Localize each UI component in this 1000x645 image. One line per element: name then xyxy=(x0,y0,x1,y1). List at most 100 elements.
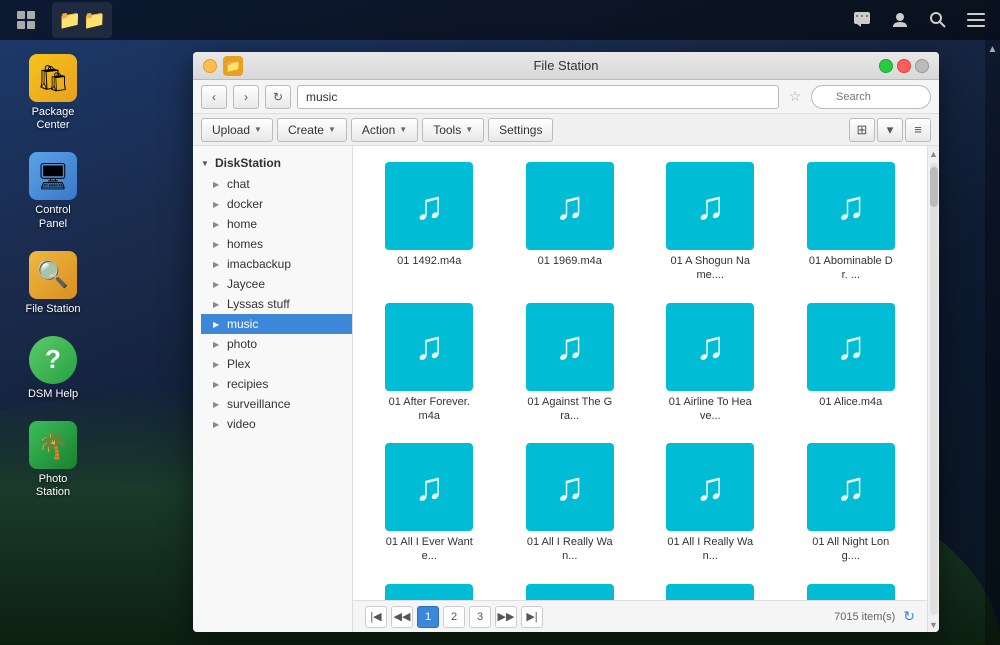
address-bar[interactable] xyxy=(297,85,779,109)
file-item-4[interactable]: ♫ 01 After Forever.m4a xyxy=(365,299,494,428)
refresh-button[interactable]: ↻ xyxy=(265,85,291,109)
music-note-icon-8: ♫ xyxy=(414,465,444,510)
desktop-scrollbar[interactable]: ▲ ▼ xyxy=(985,40,1000,645)
settings-label: Settings xyxy=(499,123,542,137)
search-icon[interactable] xyxy=(922,4,954,36)
user-icon[interactable] xyxy=(884,4,916,36)
forward-button[interactable]: › xyxy=(233,85,259,109)
music-note-icon-7: ♫ xyxy=(836,324,866,369)
window-scrollbar[interactable]: ▲ ▼ xyxy=(927,146,939,632)
sidebar-item-chat[interactable]: ▶ chat xyxy=(201,174,352,194)
window-scroll-down[interactable]: ▼ xyxy=(926,617,939,632)
list-view-button[interactable]: ≡ xyxy=(905,118,931,142)
video-caret-icon: ▶ xyxy=(213,420,225,429)
page-2-button[interactable]: 2 xyxy=(443,606,465,628)
file-thumb-1: ♫ xyxy=(526,162,614,250)
sidebar-item-lyssas-stuff[interactable]: ▶ Lyssas stuff xyxy=(201,294,352,314)
scroll-up-arrow[interactable]: ▲ xyxy=(985,42,1000,57)
file-item-12[interactable]: ♫ xyxy=(365,580,494,600)
window-app-icon: 📁 xyxy=(223,56,243,76)
file-item-10[interactable]: ♫ 01 All I Really Wan... xyxy=(646,439,775,568)
sidebar-item-music[interactable]: ▶ music xyxy=(201,314,352,334)
file-thumb-13: ♫ xyxy=(526,584,614,600)
file-item-9[interactable]: ♫ 01 All I Really Wan... xyxy=(506,439,635,568)
desktop-icon-photo-station[interactable]: 🌴 Photo Station xyxy=(18,417,88,503)
sidebar-item-jaycee[interactable]: ▶ Jaycee xyxy=(201,274,352,294)
window-controls: − □ × xyxy=(879,59,929,73)
refresh-count-button[interactable]: ↻ xyxy=(903,608,915,625)
tools-button[interactable]: Tools ▼ xyxy=(422,118,484,142)
menu-icon[interactable] xyxy=(960,4,992,36)
sidebar-item-photo[interactable]: ▶ photo xyxy=(201,334,352,354)
file-item-2[interactable]: ♫ 01 A Shogun Name.... xyxy=(646,158,775,287)
grid-icon[interactable] xyxy=(8,2,44,38)
file-thumb-5: ♫ xyxy=(526,303,614,391)
grid-view-button[interactable]: ⊞ xyxy=(849,118,875,142)
page-prev-button[interactable]: ◀◀ xyxy=(391,606,413,628)
sidebar-item-plex[interactable]: ▶ Plex xyxy=(201,354,352,374)
file-item-8[interactable]: ♫ 01 All I Ever Wante... xyxy=(365,439,494,568)
page-first-button[interactable]: |◀ xyxy=(365,606,387,628)
page-1-button[interactable]: 1 xyxy=(417,606,439,628)
view-options-button[interactable]: ▾ xyxy=(877,118,903,142)
sidebar-home-label: home xyxy=(227,217,257,231)
file-name-1: 01 1969.m4a xyxy=(538,254,602,268)
back-button[interactable]: ‹ xyxy=(201,85,227,109)
music-note-icon-1: ♫ xyxy=(555,184,585,229)
page-3-button[interactable]: 3 xyxy=(469,606,491,628)
file-item-6[interactable]: ♫ 01 Airline To Heave... xyxy=(646,299,775,428)
bookmark-button[interactable]: ☆ xyxy=(785,85,805,109)
sidebar-item-home[interactable]: ▶ home xyxy=(201,214,352,234)
music-note-icon-10: ♫ xyxy=(695,465,725,510)
sidebar-item-surveillance[interactable]: ▶ surveillance xyxy=(201,394,352,414)
file-item-5[interactable]: ♫ 01 Against The Gra... xyxy=(506,299,635,428)
file-item-0[interactable]: ♫ 01 1492.m4a xyxy=(365,158,494,287)
chat-icon[interactable] xyxy=(846,4,878,36)
file-item-7[interactable]: ♫ 01 Alice.m4a xyxy=(787,299,916,428)
file-item-11[interactable]: ♫ 01 All Night Long.... xyxy=(787,439,916,568)
create-button[interactable]: Create ▼ xyxy=(277,118,347,142)
scroll-track[interactable] xyxy=(930,163,938,615)
file-item-13[interactable]: ♫ xyxy=(506,580,635,600)
search-input[interactable] xyxy=(811,85,931,109)
dsm-help-label: DSM Help xyxy=(28,388,78,401)
window-scroll-up[interactable]: ▲ xyxy=(926,146,939,161)
page-next-button[interactable]: ▶▶ xyxy=(495,606,517,628)
window-minimize-button[interactable]: − xyxy=(879,59,893,73)
surveillance-caret-icon: ▶ xyxy=(213,400,225,409)
lyssas-caret-icon: ▶ xyxy=(213,300,225,309)
music-note-icon-3: ♫ xyxy=(836,184,866,229)
photo-station-label: Photo Station xyxy=(22,473,84,499)
desktop-icon-package-center[interactable]: 🛍 Package Center xyxy=(18,50,88,136)
window-maximize-button[interactable]: □ xyxy=(897,59,911,73)
taskbar-file-station[interactable]: 📁 📁 xyxy=(52,2,112,38)
desktop-icon-dsm-help[interactable]: ? DSM Help xyxy=(18,332,88,405)
file-name-0: 01 1492.m4a xyxy=(397,254,461,268)
settings-button[interactable]: Settings xyxy=(488,118,553,142)
item-count: 7015 item(s) xyxy=(834,611,895,623)
upload-button[interactable]: Upload ▼ xyxy=(201,118,273,142)
sidebar-root-diskstation[interactable]: ▼ DiskStation xyxy=(193,152,352,174)
sidebar-item-imacbackup[interactable]: ▶ imacbackup xyxy=(201,254,352,274)
sidebar-item-video[interactable]: ▶ video xyxy=(201,414,352,434)
sidebar-item-recipies[interactable]: ▶ recipies xyxy=(201,374,352,394)
window-close-button[interactable]: × xyxy=(915,59,929,73)
file-thumb-6: ♫ xyxy=(666,303,754,391)
sidebar-item-docker[interactable]: ▶ docker xyxy=(201,194,352,214)
file-item-1[interactable]: ♫ 01 1969.m4a xyxy=(506,158,635,287)
music-note-icon-11: ♫ xyxy=(836,465,866,510)
desktop-icon-file-station[interactable]: 🔍 File Station xyxy=(18,247,88,320)
window-question-button[interactable]: ? xyxy=(203,59,217,73)
music-note-icon-9: ♫ xyxy=(555,465,585,510)
sidebar-item-homes[interactable]: ▶ homes xyxy=(201,234,352,254)
scroll-thumb[interactable] xyxy=(930,167,938,207)
file-item-14[interactable]: ♫ xyxy=(646,580,775,600)
sidebar-docker-label: docker xyxy=(227,197,263,211)
action-button[interactable]: Action ▼ xyxy=(351,118,418,142)
package-center-label: Package Center xyxy=(22,106,84,132)
file-item-3[interactable]: ♫ 01 Abominable Dr. ... xyxy=(787,158,916,287)
desktop-icon-control-panel[interactable]: 🖥 Control Panel xyxy=(18,148,88,234)
action-caret: ▼ xyxy=(399,125,407,134)
file-item-15[interactable]: ♫ xyxy=(787,580,916,600)
page-last-button[interactable]: ▶| xyxy=(521,606,543,628)
